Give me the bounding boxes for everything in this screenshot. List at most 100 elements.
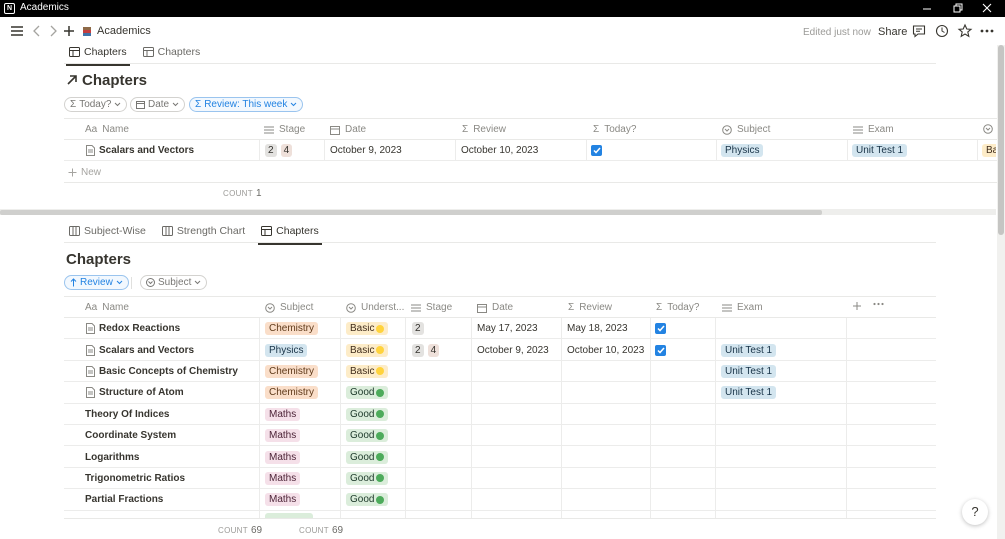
understanding-cell[interactable]: Basic — [346, 361, 389, 382]
close-icon[interactable] — [972, 0, 1002, 17]
table-row[interactable] — [64, 511, 936, 518]
col-header-subject[interactable]: Subject — [265, 302, 313, 313]
subject-cell[interactable]: Physics — [265, 339, 308, 360]
subject-cell[interactable]: Physics — [721, 140, 764, 161]
bottom-view-title[interactable]: Chapters — [66, 251, 131, 268]
col-header-exam[interactable]: Exam — [853, 124, 894, 135]
understanding-cell[interactable]: Good — [346, 404, 389, 425]
review-cell[interactable]: October 10, 2023 — [461, 140, 538, 161]
tab-strength-chart[interactable]: Strength Chart — [159, 221, 248, 241]
tab-subject-wise[interactable]: Subject-Wise — [66, 221, 149, 241]
stage-cell[interactable]: 24 — [412, 339, 440, 360]
date-cell[interactable]: October 9, 2023 — [330, 140, 402, 161]
horizontal-scroll-thumb[interactable] — [0, 210, 822, 215]
review-cell[interactable]: October 10, 2023 — [567, 339, 644, 360]
col-header-date[interactable]: Date — [330, 124, 366, 135]
row-name-cell[interactable]: Partial Fractions — [85, 489, 163, 510]
tab-chapters[interactable]: Chapters — [140, 42, 204, 62]
table-row[interactable] — [64, 446, 936, 468]
top-view-title[interactable]: Chapters — [82, 72, 147, 89]
menu-icon[interactable] — [9, 23, 25, 39]
col-header-date[interactable]: Date — [477, 302, 513, 313]
filter-subject-chip[interactable]: Subject — [140, 275, 208, 290]
table-row[interactable] — [64, 425, 936, 447]
col-header-subject[interactable]: Subject — [722, 124, 770, 135]
col-header-name[interactable]: Aa Name — [85, 302, 129, 313]
col-header-stage[interactable]: Stage — [411, 302, 452, 313]
col-header-understanding[interactable]: Underst... — [346, 302, 404, 313]
col-header-name[interactable]: Aa Name — [85, 124, 129, 135]
breadcrumb[interactable]: Academics — [82, 24, 151, 38]
col-header-stage[interactable]: Stage — [264, 124, 305, 135]
favorite-star-icon[interactable] — [957, 23, 973, 39]
date-cell[interactable]: May 17, 2023 — [477, 318, 538, 339]
understanding-cell[interactable]: Good — [346, 489, 389, 510]
sort-review-chip[interactable]: Review — [64, 275, 129, 290]
row-name-cell[interactable]: Redox Reactions — [86, 318, 180, 339]
stage-cell[interactable]: 2 — [412, 318, 424, 339]
today-checkbox[interactable] — [655, 339, 666, 360]
vertical-scroll-thumb[interactable] — [998, 45, 1004, 235]
column-more-icon[interactable] — [873, 302, 884, 306]
row-name-cell[interactable]: Scalars and Vectors — [86, 339, 194, 360]
today-checkbox[interactable] — [655, 318, 666, 339]
restore-icon[interactable] — [942, 0, 972, 17]
add-property-plus-icon[interactable] — [852, 301, 862, 311]
date-cell[interactable]: October 9, 2023 — [477, 339, 549, 360]
col-header-today[interactable]: Σ Today? — [593, 124, 636, 135]
subject-cell[interactable]: Chemistry — [265, 318, 319, 339]
exam-cell[interactable]: Unit Test 1 — [721, 339, 777, 360]
today-checkbox[interactable] — [591, 140, 602, 161]
table-row[interactable] — [64, 382, 936, 404]
count-label[interactable]: COUNT 1 — [223, 188, 262, 199]
filter-review-chip[interactable]: Σ Review: This week — [189, 97, 304, 112]
row-name-cell[interactable]: Coordinate System — [85, 425, 176, 446]
col-header-review[interactable]: Σ Review — [462, 124, 506, 135]
forward-arrow-icon[interactable] — [45, 23, 61, 39]
filter-date-chip[interactable]: Date — [130, 97, 186, 112]
table-row[interactable] — [64, 404, 936, 425]
subject-cell[interactable]: Chemistry — [265, 382, 319, 403]
col-header-review[interactable]: Σ Review — [568, 302, 612, 313]
col-header-more-icon[interactable] — [983, 124, 993, 134]
count-label[interactable]: COUNT 69 — [218, 525, 262, 536]
subject-cell[interactable]: Maths — [265, 446, 301, 467]
subject-cell[interactable]: Maths — [265, 425, 301, 446]
comments-icon[interactable] — [911, 23, 927, 39]
col-header-today[interactable]: Σ Today? — [656, 302, 699, 313]
new-page-plus-icon[interactable] — [61, 23, 77, 39]
tab-chapters-active[interactable]: Chapters — [258, 221, 322, 245]
minimize-icon[interactable] — [912, 0, 942, 17]
filter-today-chip[interactable]: Σ Today? — [64, 97, 128, 112]
stage-cell[interactable]: 2 4 — [265, 140, 293, 161]
review-cell[interactable]: May 18, 2023 — [567, 318, 628, 339]
row-name-cell[interactable]: Basic Concepts of Chemistry — [86, 361, 238, 382]
table-row[interactable] — [64, 468, 936, 490]
understanding-cell[interactable]: Basic — [346, 318, 389, 339]
col-header-exam[interactable]: Exam — [722, 302, 763, 313]
new-row-button[interactable]: New — [68, 162, 101, 183]
exam-cell[interactable]: Unit Test 1 — [721, 361, 777, 382]
exam-cell[interactable]: Unit Test 1 — [721, 382, 777, 403]
tab-chapters-active[interactable]: Chapters — [66, 42, 130, 66]
row-name-cell[interactable]: Trigonometric Ratios — [85, 468, 185, 489]
overflow-cell[interactable]: Ba — [982, 140, 996, 161]
row-name-cell[interactable]: Scalars and Vectors — [86, 140, 194, 161]
subject-cell[interactable]: Chemistry — [265, 361, 319, 382]
row-name-cell[interactable]: Structure of Atom — [86, 382, 184, 403]
subject-cell[interactable]: Maths — [265, 468, 301, 489]
understanding-cell[interactable]: Basic — [346, 339, 389, 360]
understanding-cell[interactable]: Good — [346, 382, 389, 403]
row-name-cell[interactable]: Theory Of Indices — [85, 404, 169, 425]
understanding-cell[interactable]: Good — [346, 468, 389, 489]
more-options-icon[interactable] — [979, 23, 995, 39]
understanding-cell[interactable]: Good — [346, 446, 389, 467]
subject-cell[interactable]: Maths — [265, 404, 301, 425]
subject-cell[interactable]: Maths — [265, 489, 301, 510]
table-row[interactable] — [64, 489, 936, 511]
history-clock-icon[interactable] — [934, 23, 950, 39]
row-name-cell[interactable]: Logarithms — [85, 446, 139, 467]
exam-cell[interactable]: Unit Test 1 — [852, 140, 908, 161]
understanding-cell[interactable]: Good — [346, 425, 389, 446]
count-label[interactable]: COUNT 69 — [299, 525, 343, 536]
